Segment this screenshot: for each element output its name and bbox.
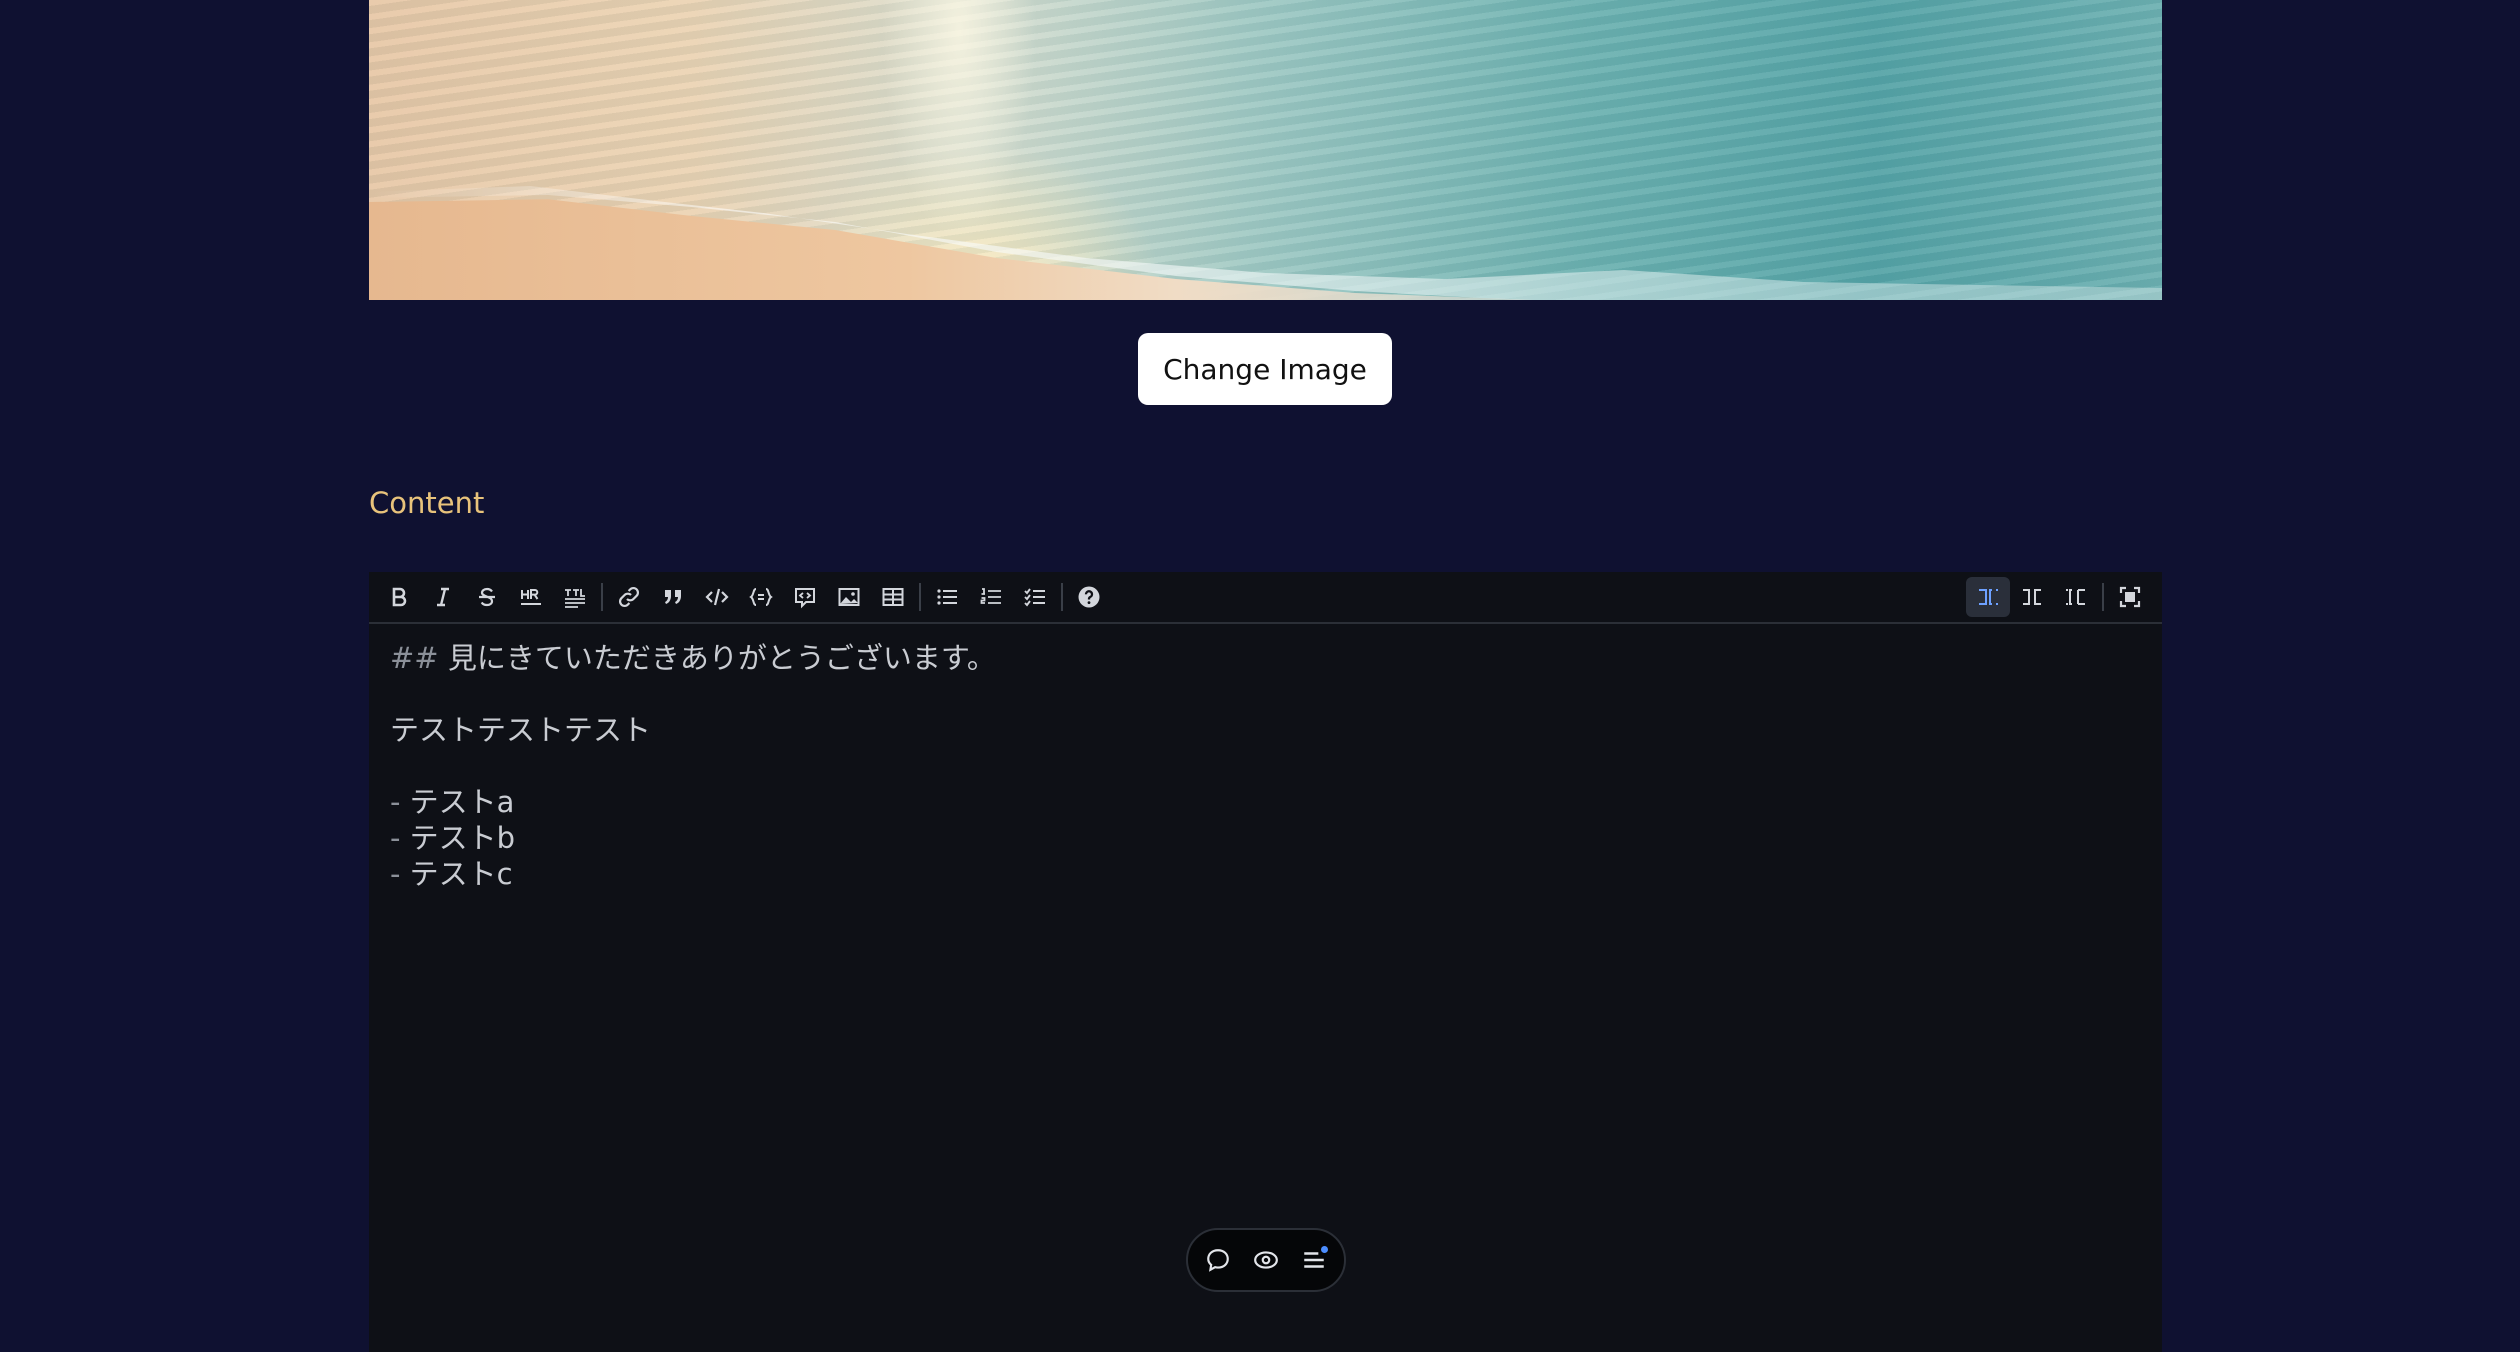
unordered-list-icon[interactable] bbox=[925, 577, 969, 617]
image-icon[interactable] bbox=[827, 577, 871, 617]
link-icon[interactable] bbox=[607, 577, 651, 617]
code-icon[interactable] bbox=[695, 577, 739, 617]
editor-line-heading: ## 見にきていただきありがとうございます。 bbox=[390, 641, 996, 675]
editor-line-list-item: - テストa bbox=[390, 785, 515, 819]
split-view-icon[interactable] bbox=[2010, 577, 2054, 617]
editor-only-icon[interactable] bbox=[1966, 577, 2010, 617]
strikethrough-icon[interactable] bbox=[465, 577, 509, 617]
comment-icon[interactable] bbox=[783, 577, 827, 617]
ordered-list-icon[interactable] bbox=[969, 577, 1013, 617]
title-icon[interactable] bbox=[553, 577, 597, 617]
cover-image bbox=[369, 0, 2162, 300]
editor-toolbar bbox=[369, 572, 2162, 624]
outline-icon[interactable] bbox=[1296, 1242, 1332, 1278]
notification-dot bbox=[1321, 1246, 1328, 1253]
preview-icon[interactable] bbox=[1248, 1242, 1284, 1278]
editor-line-text: テストテストテスト bbox=[390, 713, 652, 747]
italic-icon[interactable] bbox=[421, 577, 465, 617]
comment-icon[interactable] bbox=[1200, 1242, 1236, 1278]
table-icon[interactable] bbox=[871, 577, 915, 617]
bold-icon[interactable] bbox=[377, 577, 421, 617]
checklist-icon[interactable] bbox=[1013, 577, 1057, 617]
code-block-icon[interactable] bbox=[739, 577, 783, 617]
editor-textarea[interactable]: ## 見にきていただきありがとうございます。 テストテストテスト - テストa -… bbox=[390, 640, 2142, 892]
fullscreen-icon[interactable] bbox=[2108, 577, 2152, 617]
floating-action-bar bbox=[1186, 1228, 1346, 1292]
markdown-editor: ## 見にきていただきありがとうございます。 テストテストテスト - テストa -… bbox=[369, 572, 2162, 1352]
change-image-button[interactable]: Change Image bbox=[1138, 333, 1392, 405]
quote-icon[interactable] bbox=[651, 577, 695, 617]
preview-only-icon[interactable] bbox=[2054, 577, 2098, 617]
editor-line-list-item: - テストc bbox=[390, 857, 513, 891]
content-label: Content bbox=[369, 486, 485, 520]
hr-icon[interactable] bbox=[509, 577, 553, 617]
help-icon[interactable] bbox=[1067, 577, 1111, 617]
editor-line-list-item: - テストb bbox=[390, 821, 516, 855]
